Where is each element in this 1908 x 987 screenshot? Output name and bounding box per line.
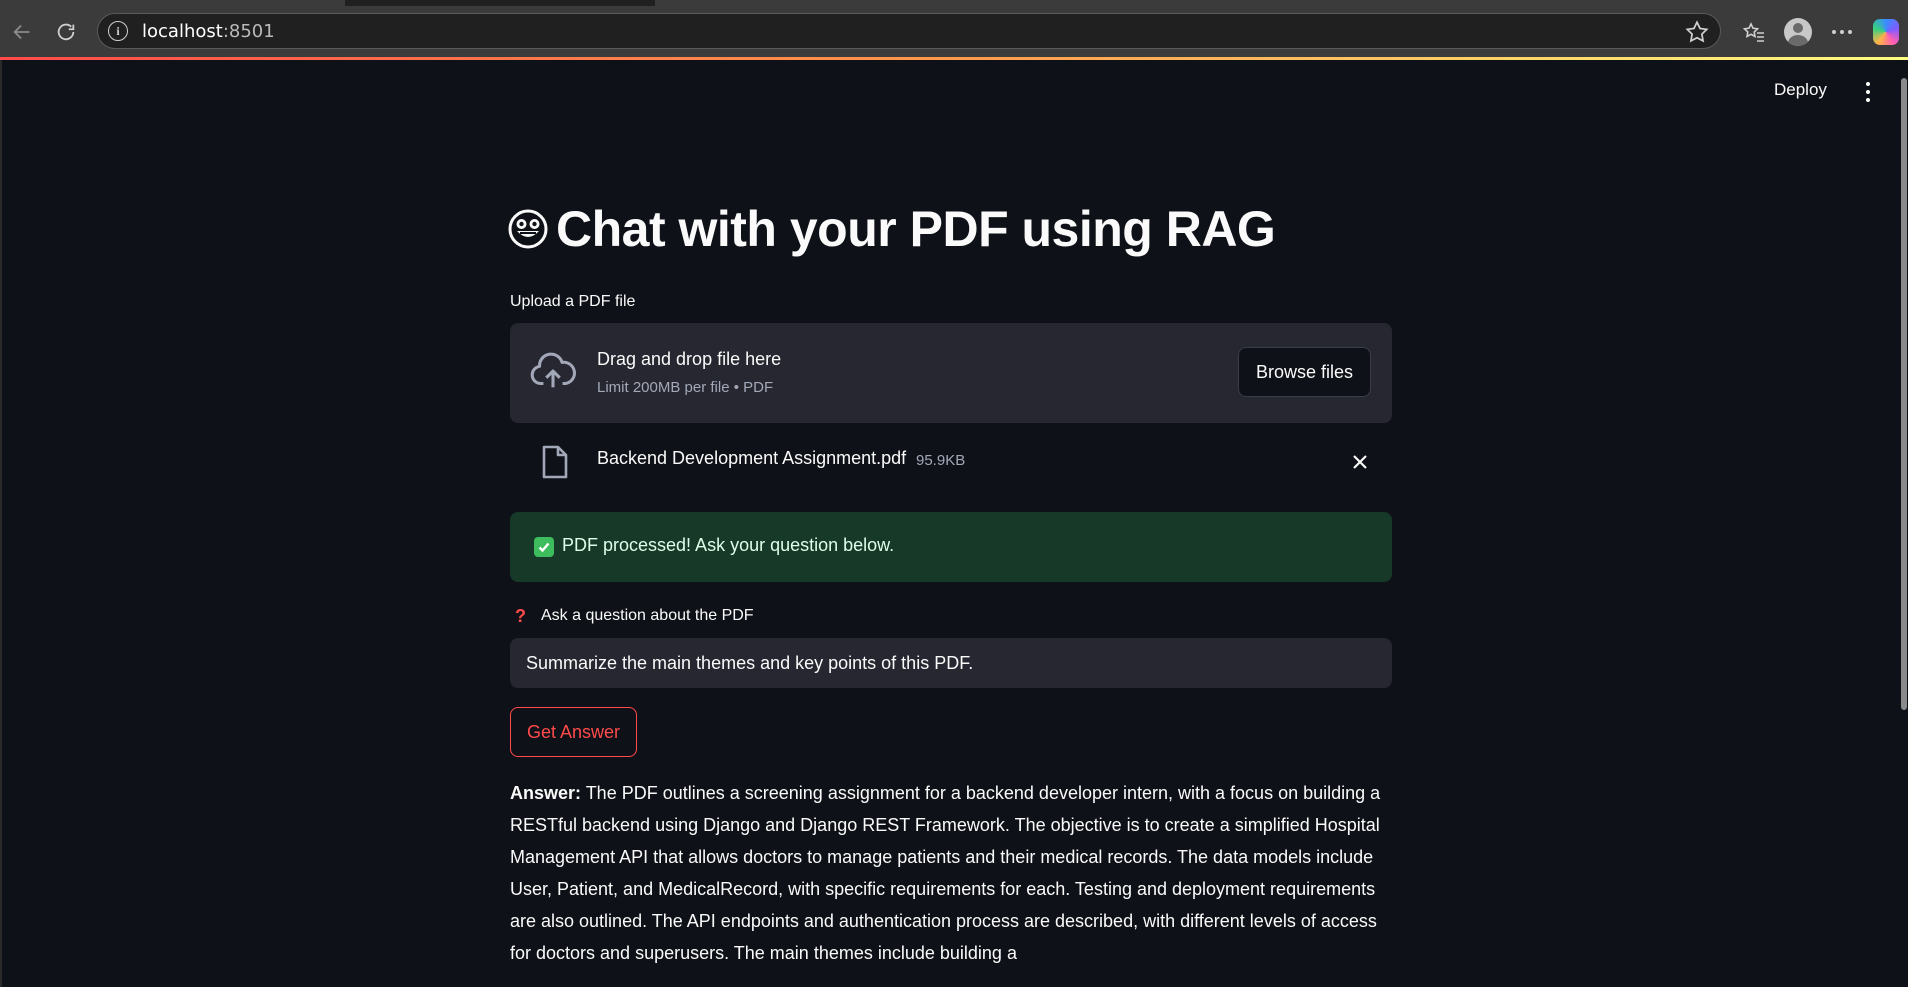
back-arrow-icon[interactable] — [2, 12, 42, 52]
dropzone-limit: Limit 200MB per file • PDF — [597, 379, 774, 396]
favorites-icon[interactable] — [1732, 10, 1776, 54]
copilot-icon[interactable] — [1864, 10, 1908, 54]
title-row: Chat with your PDF using RAG — [508, 200, 1276, 258]
address-bar[interactable]: i localhost:8501 — [97, 13, 1721, 49]
file-icon — [542, 445, 568, 479]
question-label-text: Ask a question about the PDF — [541, 607, 754, 624]
more-icon[interactable] — [1820, 10, 1864, 54]
question-mark-icon: ? — [515, 606, 526, 626]
scrollbar-thumb[interactable] — [1901, 78, 1907, 710]
file-dropzone[interactable]: Drag and drop file here Limit 200MB per … — [510, 323, 1392, 423]
answer-label: Answer: — [510, 783, 582, 803]
url-port: :8501 — [222, 20, 275, 42]
question-label: ? Ask a question about the PDF — [510, 607, 754, 625]
browse-files-button[interactable]: Browse files — [1238, 347, 1371, 397]
check-icon — [534, 537, 554, 557]
emoji-icon — [508, 209, 548, 249]
reload-icon[interactable] — [46, 12, 86, 52]
star-icon[interactable] — [1684, 19, 1710, 45]
get-answer-button[interactable]: Get Answer — [510, 707, 637, 757]
uploaded-file-row: Backend Development Assignment.pdf 95.9K… — [510, 440, 1392, 500]
url-host: localhost — [142, 20, 223, 42]
url-text: localhost:8501 — [142, 21, 275, 42]
menu-icon[interactable] — [1864, 82, 1872, 102]
cloud-upload-icon — [530, 352, 576, 388]
page-edge — [0, 60, 2, 987]
streamlit-app: Deploy Chat with your PDF using RAG Uplo… — [0, 60, 1908, 987]
success-message: PDF processed! Ask your question below. — [562, 535, 895, 555]
question-input[interactable] — [510, 638, 1392, 688]
page-title: Chat with your PDF using RAG — [556, 201, 1276, 257]
info-icon[interactable]: i — [108, 21, 128, 41]
deploy-button[interactable]: Deploy — [1774, 80, 1827, 100]
browser-toolbar: i localhost:8501 — [0, 6, 1908, 58]
upload-label: Upload a PDF file — [510, 293, 636, 310]
dropzone-title: Drag and drop file here — [597, 349, 782, 369]
answer-text: The PDF outlines a screening assignment … — [510, 783, 1381, 963]
success-alert: PDF processed! Ask your question below. — [510, 512, 1392, 582]
file-size: 95.9KB — [916, 452, 966, 469]
file-name: Backend Development Assignment.pdf — [597, 448, 907, 468]
close-icon[interactable] — [1346, 448, 1374, 476]
answer-block: Answer: The PDF outlines a screening ass… — [510, 777, 1392, 969]
profile-icon[interactable] — [1776, 10, 1820, 54]
